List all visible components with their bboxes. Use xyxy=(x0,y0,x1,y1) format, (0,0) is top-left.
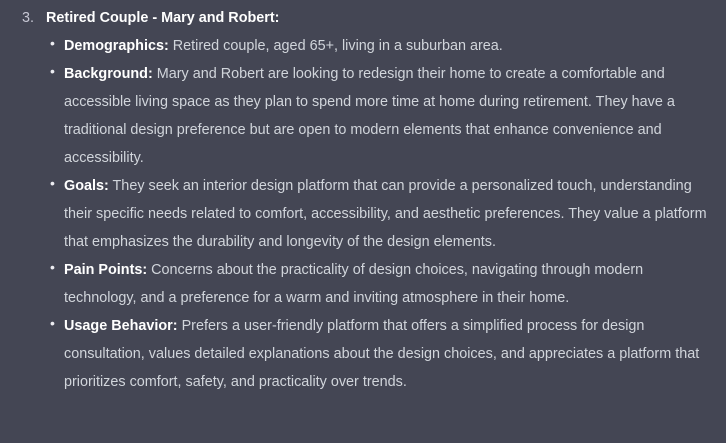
chat-message-content: 3. Retired Couple - Mary and Robert: • D… xyxy=(0,0,726,443)
bullet-label: Demographics: xyxy=(64,38,169,54)
bullet-item-usage-behavior: • Usage Behavior: Prefers a user-friendl… xyxy=(50,312,716,396)
bullet-item-background: • Background: Mary and Robert are lookin… xyxy=(50,60,716,172)
bullet-text: They seek an interior design platform th… xyxy=(64,178,707,250)
bullet-text: Retired couple, aged 65+, living in a su… xyxy=(168,38,503,54)
bullet-icon: • xyxy=(50,35,55,51)
list-item-header: 3. Retired Couple - Mary and Robert: xyxy=(22,4,279,32)
bullet-icon: • xyxy=(50,175,55,191)
bullet-item-demographics: • Demographics: Retired couple, aged 65+… xyxy=(50,32,716,60)
bullet-label: Background: xyxy=(64,66,153,82)
bullet-item-goals: • Goals: They seek an interior design pl… xyxy=(50,172,716,256)
bullet-label: Goals: xyxy=(64,178,109,194)
list-number: 3. xyxy=(22,10,35,26)
bullet-icon: • xyxy=(50,259,55,275)
sub-bullet-list: • Demographics: Retired couple, aged 65+… xyxy=(50,32,716,396)
bullet-item-pain-points: • Pain Points: Concerns about the practi… xyxy=(50,256,716,312)
bullet-text: Mary and Robert are looking to redesign … xyxy=(64,66,675,166)
bullet-icon: • xyxy=(50,315,55,331)
list-item-title: Retired Couple - Mary and Robert: xyxy=(46,10,280,26)
bullet-icon: • xyxy=(50,63,55,79)
bullet-text: Concerns about the practicality of desig… xyxy=(64,262,644,306)
bullet-label: Usage Behavior: xyxy=(64,318,178,334)
bullet-label: Pain Points: xyxy=(64,262,148,278)
